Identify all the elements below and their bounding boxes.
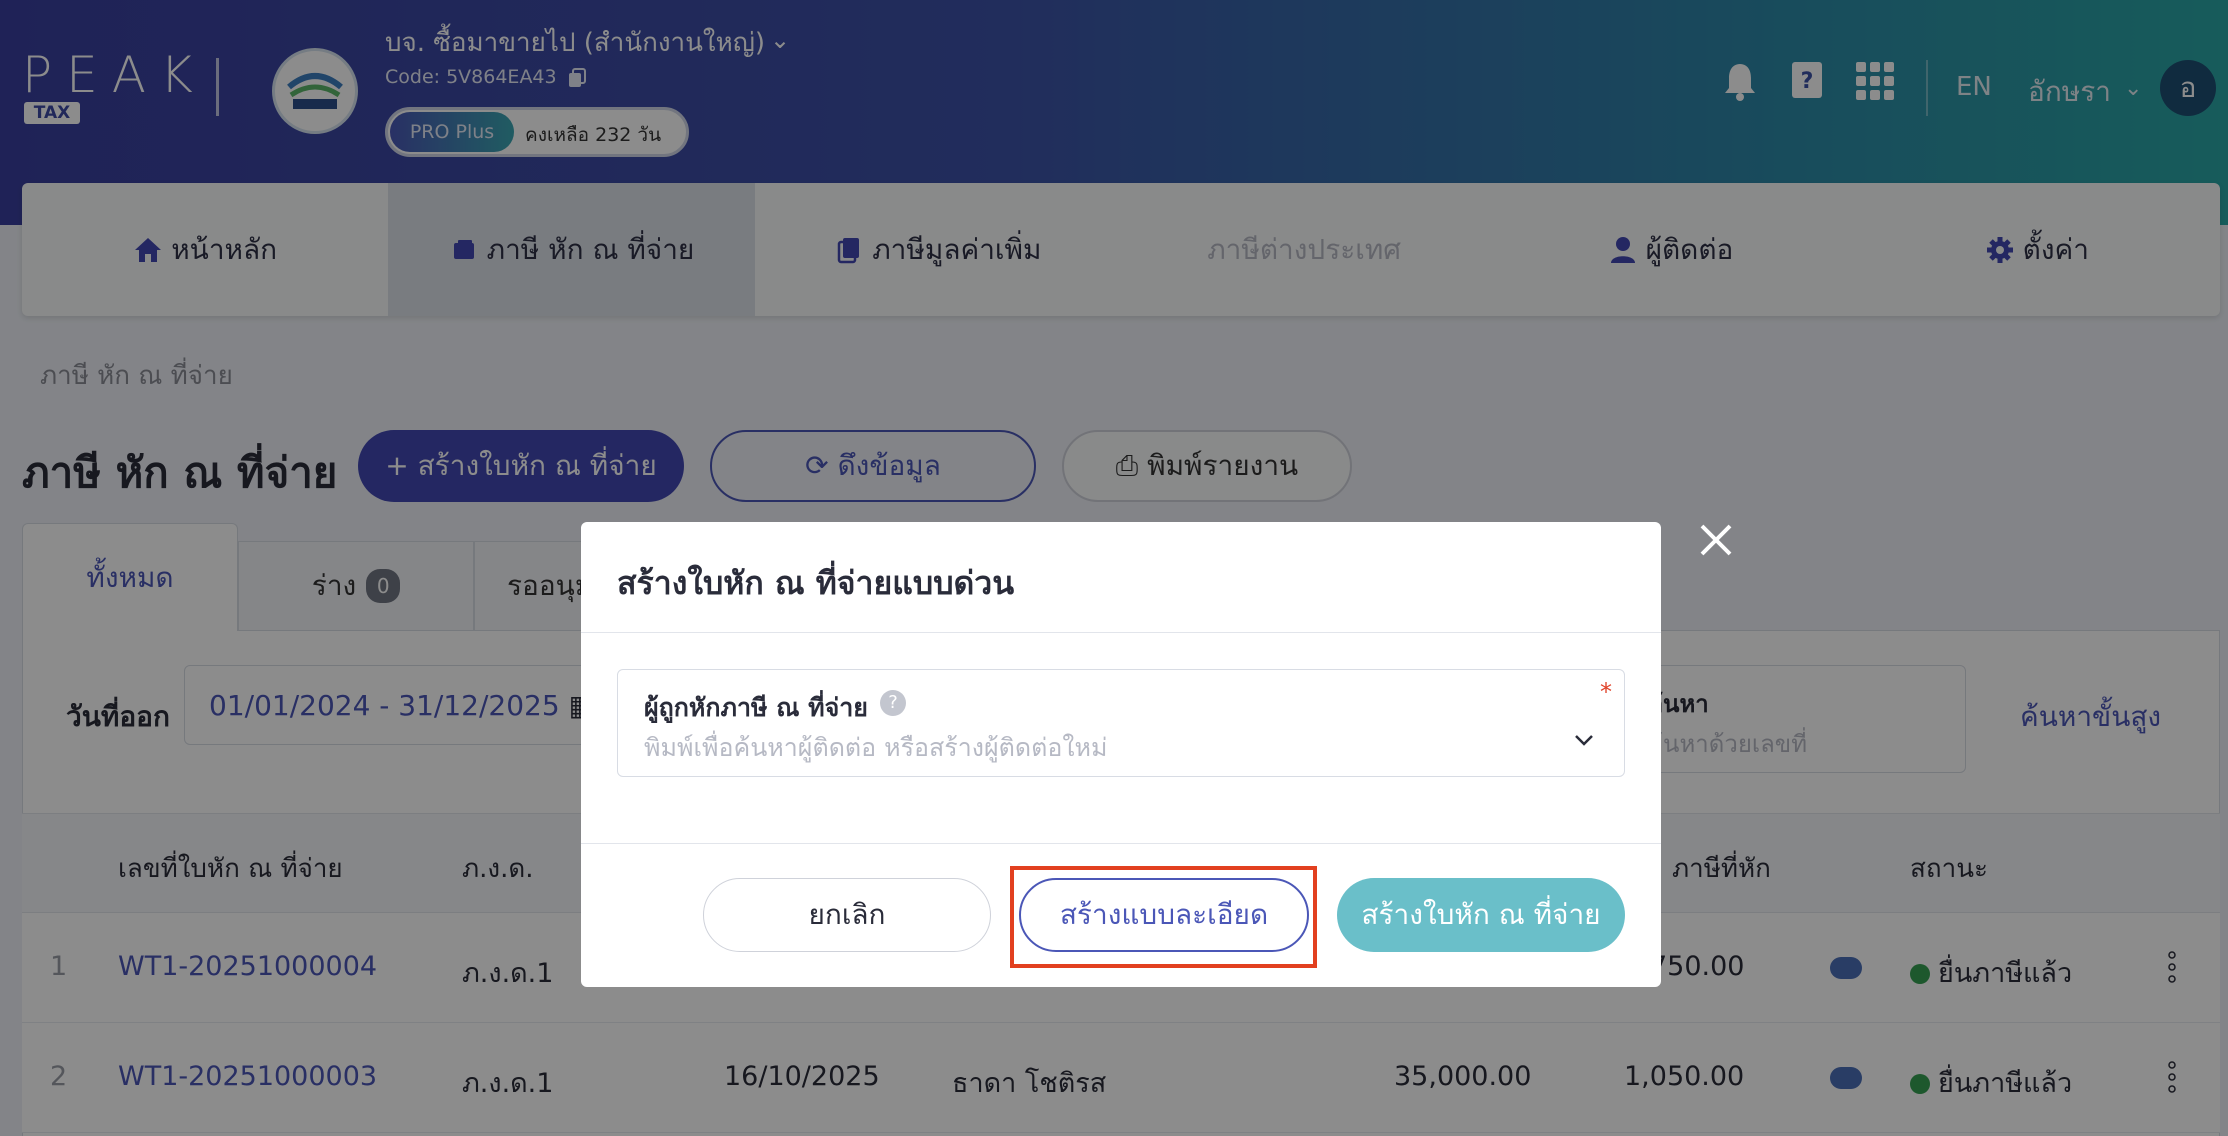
modal-title: สร้างใบหัก ณ ที่จ่ายแบบด่วน [617, 564, 1015, 602]
chevron-down-icon[interactable] [1572, 728, 1596, 752]
field-placeholder: พิมพ์เพื่อค้นหาผู้ติดต่อ หรือสร้างผู้ติด… [644, 733, 1108, 762]
quick-create-modal: สร้างใบหัก ณ ที่จ่ายแบบด่วน ผู้ถูกหักภาษ… [581, 522, 1661, 987]
required-marker: * [1600, 678, 1612, 706]
divider [581, 632, 1661, 633]
cancel-button[interactable]: ยกเลิก [703, 878, 991, 952]
close-icon[interactable] [1698, 522, 1734, 558]
field-label: ผู้ถูกหักภาษี ณ ที่จ่าย [644, 693, 868, 722]
highlight-box [1010, 866, 1317, 968]
divider [581, 843, 1661, 844]
create-wht-submit-button[interactable]: สร้างใบหัก ณ ที่จ่าย [1337, 878, 1625, 952]
payee-select[interactable]: ผู้ถูกหักภาษี ณ ที่จ่าย ? * พิมพ์เพื่อค้… [617, 669, 1625, 777]
help-icon[interactable]: ? [880, 690, 906, 716]
